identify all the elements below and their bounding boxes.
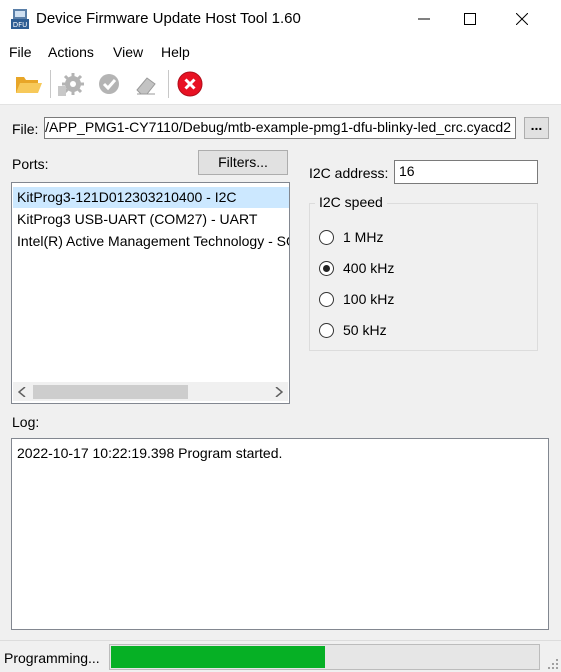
menu-file[interactable]: File: [9, 44, 32, 60]
scroll-right-icon[interactable]: [275, 387, 283, 397]
ports-label: Ports:: [12, 156, 49, 172]
radio-label: 400 kHz: [343, 260, 395, 276]
status-bar-divider: [0, 640, 561, 641]
radio-label: 1 MHz: [343, 229, 384, 245]
menu-view[interactable]: View: [113, 44, 143, 60]
program-gear-icon: [58, 73, 84, 96]
radio-button[interactable]: [319, 229, 334, 245]
ports-horizontal-scrollbar[interactable]: [13, 382, 288, 401]
radio-label: 100 kHz: [343, 291, 395, 307]
verify-button[interactable]: [94, 69, 124, 99]
window-title: Device Firmware Update Host Tool 1.60: [36, 10, 301, 27]
erase-icon: [136, 77, 156, 95]
erase-button[interactable]: [131, 69, 161, 99]
close-button[interactable]: [499, 0, 545, 38]
abort-icon: [177, 71, 203, 97]
radio-50khz[interactable]: 50 kHz: [319, 320, 387, 340]
browse-button[interactable]: ...: [524, 117, 549, 139]
svg-text:DFU: DFU: [13, 21, 28, 29]
port-item[interactable]: Intel(R) Active Management Technology - …: [13, 231, 289, 252]
file-path-text: C:/Users/user/mtb/PMG1_Examples/mtb-exam…: [44, 119, 511, 135]
minimize-icon: [418, 18, 430, 20]
port-item[interactable]: KitProg3-121D012303210400 - I2C: [13, 187, 289, 208]
filters-button[interactable]: Filters...: [198, 150, 288, 175]
close-icon: [516, 13, 528, 25]
program-button[interactable]: [56, 69, 86, 99]
ports-list[interactable]: KitProg3-121D012303210400 - I2C KitProg3…: [11, 182, 290, 404]
minimize-button[interactable]: [401, 0, 447, 38]
open-folder-icon: [16, 77, 42, 93]
log-line: 2022-10-17 10:22:19.398 Program started.: [17, 445, 283, 461]
scroll-left-icon[interactable]: [18, 387, 26, 397]
abort-button[interactable]: [175, 69, 205, 99]
radio-button[interactable]: [319, 322, 334, 338]
radio-label: 50 kHz: [343, 322, 387, 338]
i2c-address-label: I2C address:: [309, 165, 389, 181]
progress-fill: [111, 646, 325, 668]
app-icon: DFU: [10, 8, 30, 30]
i2c-speed-label: I2C speed: [315, 194, 387, 210]
scrollbar-thumb[interactable]: [33, 385, 188, 399]
open-file-button[interactable]: [13, 69, 43, 99]
maximize-icon: [464, 13, 476, 25]
radio-button[interactable]: [319, 260, 334, 276]
menu-actions[interactable]: Actions: [48, 44, 94, 60]
file-label: File:: [12, 121, 39, 137]
radio-button[interactable]: [319, 291, 334, 307]
status-text: Programming...: [4, 650, 100, 666]
maximize-button[interactable]: [447, 0, 493, 38]
toolbar-separator: [50, 70, 51, 98]
radio-400khz[interactable]: 400 kHz: [319, 258, 394, 278]
radio-1mhz[interactable]: 1 MHz: [319, 227, 383, 247]
log-textarea[interactable]: 2022-10-17 10:22:19.398 Program started.: [11, 438, 549, 630]
radio-100khz[interactable]: 100 kHz: [319, 289, 394, 309]
i2c-address-input[interactable]: 16: [394, 160, 538, 184]
log-label: Log:: [12, 414, 40, 430]
progress-bar: [109, 644, 540, 670]
toolbar-separator: [168, 70, 169, 98]
menu-help[interactable]: Help: [161, 44, 190, 60]
file-path-input[interactable]: C:/Users/user/mtb/PMG1_Examples/mtb-exam…: [44, 117, 516, 139]
verify-check-icon: [99, 74, 119, 94]
resize-grip-icon[interactable]: [547, 658, 559, 670]
port-item[interactable]: KitProg3 USB-UART (COM27) - UART: [13, 209, 289, 230]
